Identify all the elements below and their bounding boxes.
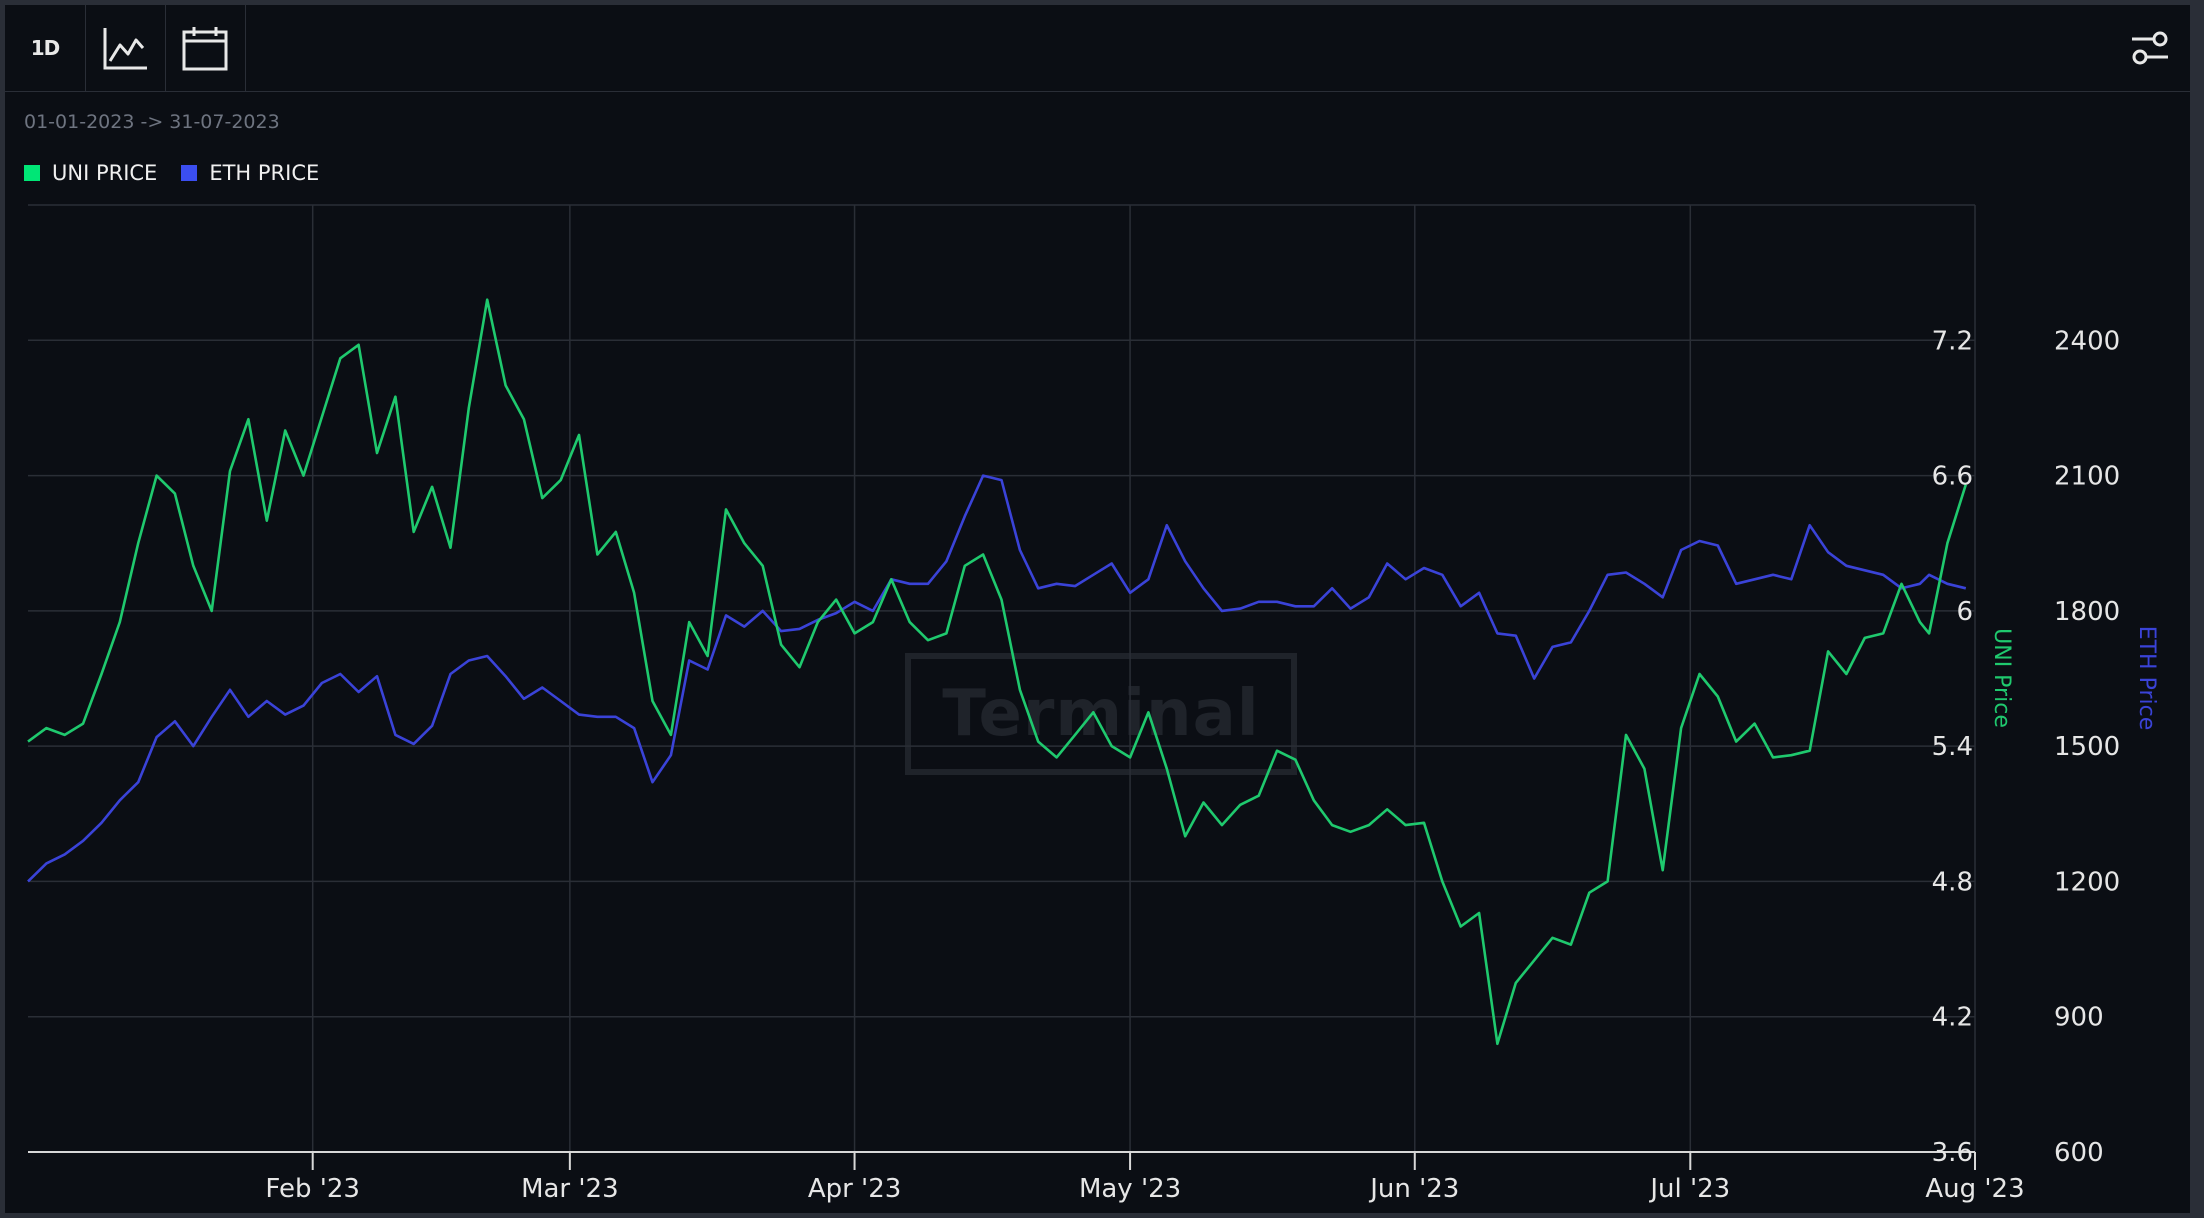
uni-axis-tick-label: 4.8 (1932, 867, 1973, 897)
eth-axis-tick-label: 2400 (2054, 326, 2120, 356)
axis-labels: Feb '23 Mar '23 Apr '23 May '23 Jun '23 Jul '… (265, 326, 2159, 1204)
uni-axis-tick-label: 3.6 (1932, 1138, 1973, 1168)
eth-axis-tick-label: 1800 (2054, 597, 2120, 627)
uni-axis-title: UNI Price (1989, 628, 2014, 728)
x-tick-label: Jul '23 (1648, 1174, 1730, 1204)
uni-axis-tick-label: 6.6 (1932, 462, 1973, 492)
uni-axis-tick-label: 5.4 (1932, 732, 1973, 762)
uni-axis-tick-label: 6 (1956, 597, 1973, 627)
uni-axis-tick-label: 7.2 (1932, 326, 1973, 356)
eth-axis-tick-label: 1500 (2054, 732, 2120, 762)
x-tick-label: Aug '23 (1925, 1174, 2024, 1204)
x-tick-label: Jun '23 (1368, 1174, 1459, 1204)
eth-axis-title: ETH Price (2134, 626, 2159, 731)
x-tick-label: May '23 (1079, 1174, 1181, 1204)
x-tick-label: Apr '23 (808, 1174, 901, 1204)
eth-price-line (27, 474, 1967, 883)
axes (28, 1151, 1976, 1170)
series-lines (27, 298, 1968, 1046)
eth-axis-tick-label: 2100 (2054, 462, 2120, 492)
eth-axis-tick-label: 1200 (2054, 867, 2120, 897)
uni-axis-tick-label: 4.2 (1932, 1003, 1973, 1033)
x-tick-label: Feb '23 (265, 1174, 360, 1204)
line-chart[interactable]: Feb '23 Mar '23 Apr '23 May '23 Jun '23 Jul '… (0, 0, 2204, 1218)
eth-axis-tick-label: 600 (2054, 1138, 2104, 1168)
x-tick-label: Mar '23 (521, 1174, 619, 1204)
uni-price-line (27, 298, 1968, 1046)
eth-axis-tick-label: 900 (2054, 1003, 2104, 1033)
grid (28, 204, 1976, 1153)
